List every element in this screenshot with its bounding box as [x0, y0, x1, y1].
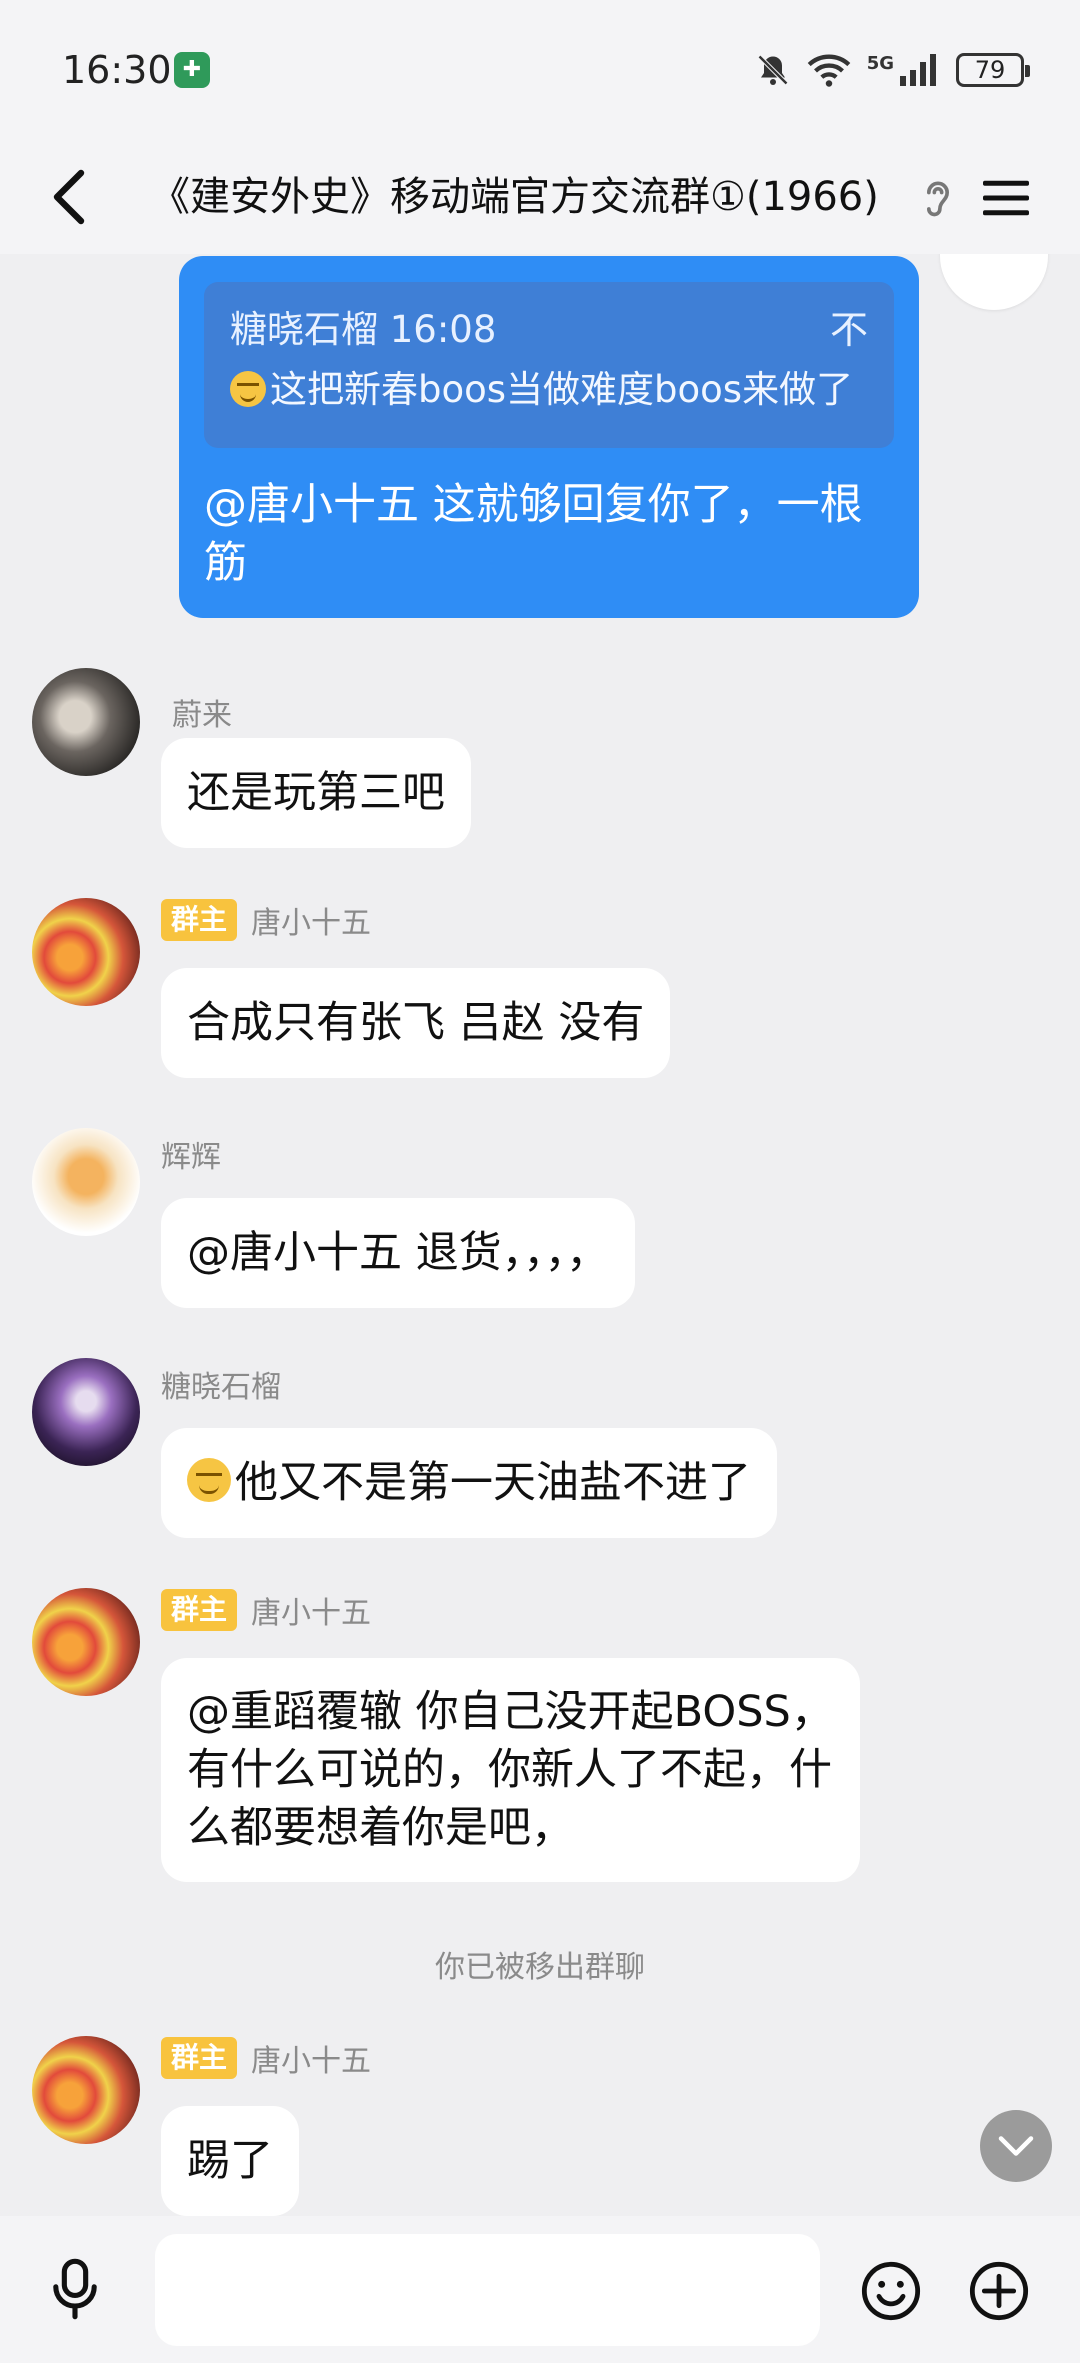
- group-owner-badge: 群主: [161, 1589, 238, 1631]
- reply-author-time: 糖晓石榴 16:08: [230, 308, 497, 351]
- message-input[interactable]: [155, 2234, 820, 2346]
- message-bubble[interactable]: 他又不是第一天油盐不进了: [161, 1428, 777, 1538]
- avatar-tangxiaoshiwu[interactable]: [32, 898, 140, 1006]
- avatar-tangxiaoshiwu[interactable]: [32, 2036, 140, 2144]
- smiley-icon: [861, 2261, 921, 2321]
- message-bubble[interactable]: 合成只有张飞 吕赵 没有: [161, 968, 671, 1078]
- my-avatar[interactable]: [940, 254, 1048, 310]
- mute-bell-icon: [757, 54, 788, 86]
- system-notice: 你已被移出群聊: [435, 1950, 645, 1985]
- wifi-icon: [807, 54, 850, 87]
- chevron-left-icon: [53, 169, 85, 225]
- sender-name: 群主 唐小十五: [161, 898, 371, 942]
- sender-name: 辉辉: [161, 1140, 221, 1175]
- reply-quote[interactable]: 糖晓石榴 16:08 不 这把新春boos当做难度boos来做了: [204, 282, 894, 448]
- avatar-tangxiaoshiliu[interactable]: [32, 1358, 140, 1466]
- reply-quote-text: 这把新春boos当做难度boos来做了: [230, 360, 868, 420]
- microphone-icon: [53, 2258, 97, 2320]
- group-owner-badge: 群主: [161, 899, 238, 941]
- message-bubble[interactable]: @重蹈覆辙 你自己没开起BOSS， 有什么可说的，你新人了不起，什 么都要想着你…: [161, 1658, 860, 1882]
- scroll-to-bottom-button[interactable]: [980, 2110, 1052, 2182]
- status-icons: 5G 79: [755, 44, 1030, 96]
- reply-jump-icon[interactable]: 不: [830, 300, 868, 360]
- menu-button[interactable]: [976, 168, 1036, 228]
- sender-name: 蔚来: [172, 698, 232, 733]
- chat-message-list[interactable]: 糖晓石榴 16:08 不 这把新春boos当做难度boos来做了 @唐小十五 这…: [0, 254, 1080, 2216]
- emoji-button[interactable]: [856, 2256, 926, 2326]
- grin-emoji-icon: [230, 371, 266, 407]
- network-type: 5G: [866, 52, 894, 74]
- plus-circle-icon: [969, 2261, 1029, 2321]
- voice-button[interactable]: [40, 2254, 110, 2324]
- group-owner-badge: 群主: [161, 2037, 238, 2079]
- ear-icon[interactable]: [918, 176, 958, 220]
- avatar-huihui[interactable]: [32, 1128, 140, 1236]
- hamburger-menu-icon: [983, 180, 1029, 216]
- sender-name: 群主 唐小十五: [161, 1588, 371, 1632]
- signal-icon: [900, 54, 936, 86]
- avatar-weilai[interactable]: [32, 668, 140, 776]
- back-button[interactable]: [34, 162, 104, 232]
- input-bar: [0, 2216, 1080, 2363]
- avatar-tangxiaoshiwu[interactable]: [32, 1588, 140, 1696]
- chevron-down-icon: [998, 2136, 1034, 2156]
- app-notification-icon: ✚: [174, 52, 210, 88]
- my-message-text: @唐小十五 这就够回复你了，一根 筋: [204, 480, 863, 588]
- chat-header: 《建安外史》移动端官方交流群①(1966): [0, 140, 1080, 254]
- message-bubble[interactable]: @唐小十五 退货，，，，: [161, 1198, 636, 1308]
- message-bubble[interactable]: 踢了: [161, 2106, 299, 2216]
- status-time: 16:30: [62, 48, 172, 92]
- grin-emoji-icon: [187, 1458, 231, 1502]
- sender-name: 糖晓石榴: [161, 1370, 281, 1405]
- group-title: 《建安外史》移动端官方交流群①(1966): [150, 174, 879, 220]
- message-bubble[interactable]: 还是玩第三吧: [161, 738, 471, 848]
- more-options-button[interactable]: [964, 2256, 1034, 2326]
- battery-indicator: 79: [956, 53, 1030, 87]
- sender-name: 群主 唐小十五: [161, 2036, 371, 2080]
- status-bar: 16:30 ✚ 5G 79: [0, 0, 1080, 140]
- my-message-bubble[interactable]: 糖晓石榴 16:08 不 这把新春boos当做难度boos来做了 @唐小十五 这…: [179, 256, 919, 618]
